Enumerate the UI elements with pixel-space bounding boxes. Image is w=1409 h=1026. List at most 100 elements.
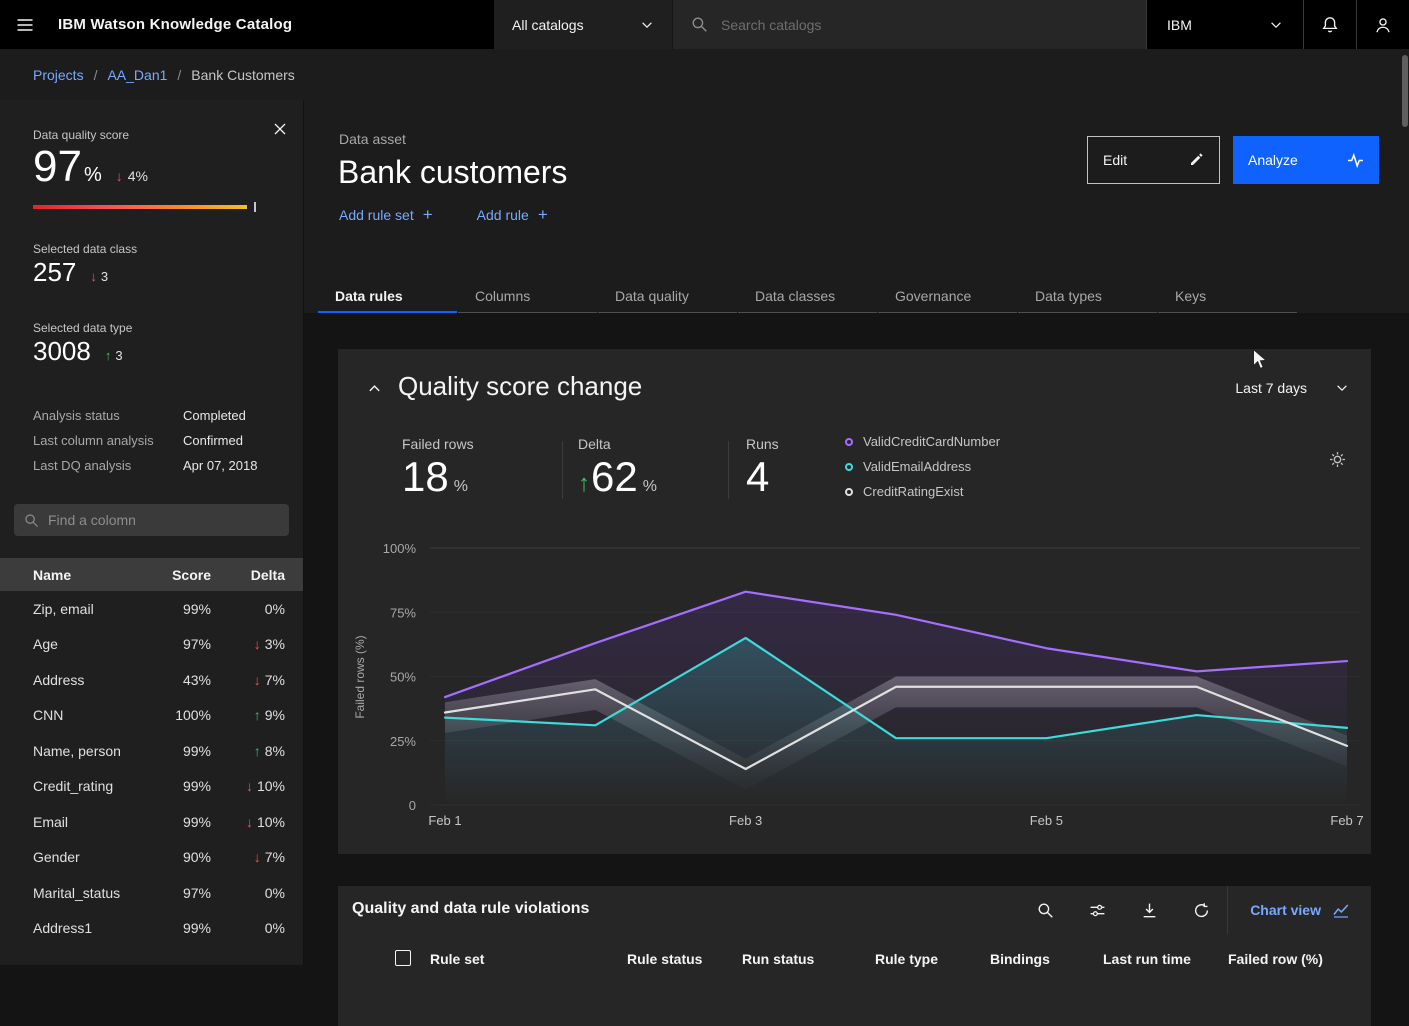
legend-label: CreditRatingExist (863, 484, 963, 499)
column-score: 99% (155, 920, 211, 936)
data-type-label: Selected data type (33, 321, 303, 335)
legend-dot-icon (845, 438, 853, 446)
hamburger-menu-button[interactable] (0, 0, 49, 49)
tab-keys[interactable]: Keys (1158, 280, 1297, 313)
info-label: Analysis status (33, 408, 183, 423)
column-row[interactable]: Age97%↓3% (0, 627, 303, 663)
column-delta: 0% (211, 601, 285, 617)
tab-data-rules[interactable]: Data rules (318, 280, 457, 313)
pencil-icon (1188, 152, 1204, 168)
metric-label: Runs (746, 436, 779, 452)
tab-data-types[interactable]: Data types (1018, 280, 1157, 313)
column-row[interactable]: CNN100%↑9% (0, 698, 303, 734)
legend-label: ValidEmailAddress (863, 459, 971, 474)
filter-button[interactable] (1071, 886, 1123, 934)
breadcrumb-link[interactable]: AA_Dan1 (107, 67, 167, 83)
down-arrow-icon: ↓ (254, 672, 261, 688)
search-icon (24, 513, 39, 528)
scrollbar-thumb[interactable] (1402, 55, 1408, 127)
column-row[interactable]: Email99%↓10% (0, 804, 303, 840)
time-range-selector[interactable]: Last 7 days (1235, 380, 1349, 396)
metric-value: 62 (591, 453, 638, 501)
analysis-info: Analysis statusCompleted Last column ana… (33, 403, 303, 478)
svg-text:Feb 7: Feb 7 (1330, 813, 1363, 828)
asset-kind-label: Data asset (339, 131, 406, 147)
column-delta: ↓10% (211, 814, 285, 830)
tab-data-quality[interactable]: Data quality (598, 280, 737, 313)
tab-governance[interactable]: Governance (878, 280, 1017, 313)
column-row[interactable]: Zip, email99%0% (0, 591, 303, 627)
restart-icon (1193, 902, 1210, 919)
breadcrumb-separator: / (94, 67, 98, 83)
breadcrumb-current: Bank Customers (191, 67, 294, 83)
quality-score-value: 97 (33, 142, 82, 192)
search-button[interactable] (1019, 886, 1071, 934)
notifications-button[interactable] (1303, 0, 1356, 49)
catalog-search-input[interactable] (721, 17, 1128, 33)
asset-header: Data asset Bank customers Add rule set +… (304, 100, 1409, 313)
time-range-label: Last 7 days (1235, 380, 1307, 396)
legend-item[interactable]: ValidEmailAddress (845, 454, 1000, 479)
down-arrow-icon: ↓ (90, 269, 97, 284)
column-row[interactable]: Address43%↓7% (0, 662, 303, 698)
gear-icon (1329, 451, 1346, 468)
column-row[interactable]: Gender90%↓7% (0, 840, 303, 876)
column-name: Address1 (33, 920, 155, 936)
column-score: 99% (155, 778, 211, 794)
catalog-selector[interactable]: All catalogs (494, 0, 672, 49)
catalog-search[interactable] (672, 0, 1146, 49)
svg-text:Feb 1: Feb 1 (428, 813, 461, 828)
column-row[interactable]: Name, person99%↑8% (0, 733, 303, 769)
column-row[interactable]: Address199%0% (0, 911, 303, 947)
violations-title: Quality and data rule violations (352, 900, 589, 918)
edit-button[interactable]: Edit (1087, 136, 1220, 184)
account-selector[interactable]: IBM (1146, 0, 1303, 49)
refresh-button[interactable] (1175, 886, 1227, 934)
legend-item[interactable]: ValidCreditCardNumber (845, 429, 1000, 454)
info-value: Completed (183, 408, 246, 423)
column-delta: ↓3% (211, 636, 285, 652)
tab-data-classes[interactable]: Data classes (738, 280, 877, 313)
column-score: 97% (155, 636, 211, 652)
metric-divider (562, 441, 563, 499)
download-button[interactable] (1123, 886, 1175, 934)
info-value: Confirmed (183, 433, 243, 448)
chart-settings-button[interactable] (1325, 447, 1349, 471)
sidebar-column-table-body: Zip, email99%0%Age97%↓3%Address43%↓7%CNN… (0, 591, 303, 946)
gauge-marker (254, 202, 256, 212)
chart-legend: ValidCreditCardNumber ValidEmailAddress Cr… (845, 429, 1000, 504)
column-name: Email (33, 814, 155, 830)
metric-failed-rows: Failed rows 18 % (402, 436, 474, 501)
column-row[interactable]: Marital_status97%0% (0, 875, 303, 911)
user-profile-button[interactable] (1356, 0, 1409, 49)
column-name: CNN (33, 707, 155, 723)
down-arrow-icon: ↓ (246, 778, 253, 794)
search-icon (1037, 902, 1054, 919)
add-rule-link[interactable]: Add rule + (477, 207, 548, 223)
tab-columns[interactable]: Columns (458, 280, 597, 313)
breadcrumb-link[interactable]: Projects (33, 67, 84, 83)
user-icon (1374, 16, 1392, 34)
chart-view-toggle[interactable]: Chart view (1227, 886, 1371, 934)
legend-label: ValidCreditCardNumber (863, 434, 1000, 449)
svg-text:Feb 3: Feb 3 (729, 813, 762, 828)
svg-text:0: 0 (409, 798, 416, 813)
analyze-button[interactable]: Analyze (1233, 136, 1379, 184)
close-sidebar-button[interactable] (269, 118, 291, 140)
legend-item[interactable]: CreditRatingExist (845, 479, 1000, 504)
column-score: 90% (155, 849, 211, 865)
find-column-input[interactable] (48, 512, 279, 528)
collapse-card-button[interactable] (362, 376, 386, 400)
info-label: Last column analysis (33, 433, 183, 448)
breadcrumb-separator: / (177, 67, 181, 83)
column-row[interactable]: Credit_rating99%↓10% (0, 769, 303, 805)
app-title: IBM Watson Knowledge Catalog (49, 0, 494, 49)
data-type-value: 3008 (33, 335, 91, 367)
add-rule-set-link[interactable]: Add rule set + (339, 207, 433, 223)
find-column-search[interactable] (14, 504, 289, 536)
column-name: Address (33, 672, 155, 688)
select-all-checkbox[interactable] (395, 950, 411, 966)
metric-divider (728, 441, 729, 499)
breadcrumb: Projects / AA_Dan1 / Bank Customers (0, 49, 1409, 100)
data-class-block: Selected data class 257 ↓ 3 (33, 242, 303, 288)
